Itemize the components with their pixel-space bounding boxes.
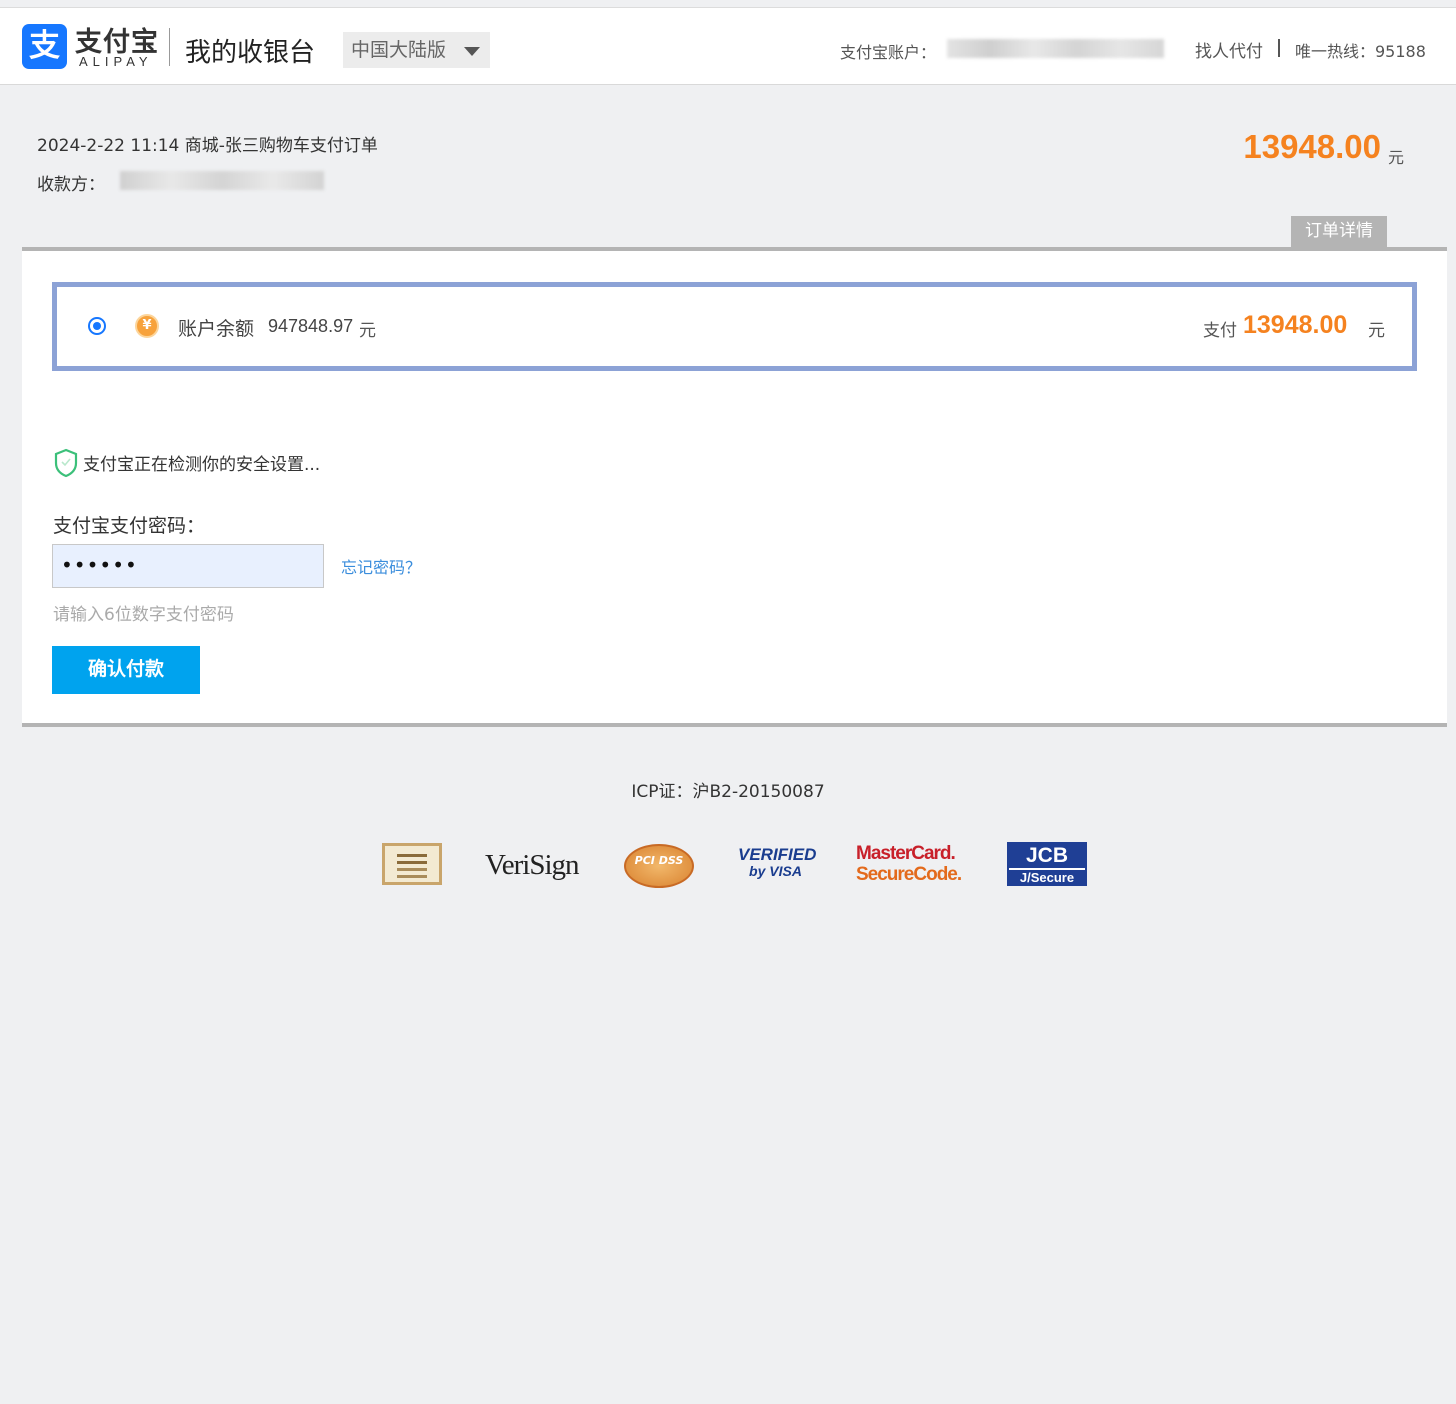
verified-by-visa-badge-icon[interactable]: VERIFIED by VISA xyxy=(738,845,817,886)
confirm-payment-button[interactable]: 确认付款 xyxy=(52,646,200,694)
hotline-text: 唯一热线：95188 xyxy=(1295,42,1426,61)
pay-unit: 元 xyxy=(1368,321,1385,341)
shield-icon xyxy=(54,448,78,478)
icp-license: ICP证：沪B2-20150087 xyxy=(631,782,825,802)
order-total-amount: 13948.00 xyxy=(1243,128,1381,165)
header-divider xyxy=(1278,39,1280,57)
header-bar: 支 支付宝 ALIPAY 我的收银台 中国大陆版 支付宝账户： 找人代付 唯一热… xyxy=(0,8,1456,85)
payment-panel: ¥ 账户余额 947848.97 元 支付 13948.00 元 支付宝正在检测… xyxy=(22,247,1447,727)
verisign-badge-icon[interactable]: VeriSign xyxy=(485,843,583,887)
order-details-tab[interactable]: 订单详情 xyxy=(1291,216,1387,247)
account-name-redacted xyxy=(947,39,1164,58)
balance-radio[interactable] xyxy=(88,317,106,335)
logo-divider xyxy=(169,28,170,66)
visa-badge-line1: VERIFIED xyxy=(738,845,817,864)
payee-label: 收款方： xyxy=(37,175,105,195)
pci-dss-badge-icon[interactable]: PCI DSS xyxy=(624,844,694,888)
alipay-logo-icon: 支 xyxy=(22,24,67,69)
mastercard-badge-line2: SecureCode. xyxy=(856,864,962,885)
jcb-badge-line1: JCB xyxy=(1009,844,1085,868)
order-title: 2024-2-22 11:14 商城-张三购物车支付订单 xyxy=(37,136,378,156)
pay-label: 支付 xyxy=(1203,321,1237,341)
visa-badge-line2: by VISA xyxy=(749,863,802,879)
caret-down-icon xyxy=(464,47,480,56)
payment-method-option[interactable]: ¥ 账户余额 947848.97 元 支付 13948.00 元 xyxy=(52,282,1417,371)
payee-name-redacted xyxy=(120,171,324,190)
balance-label: 账户余额 xyxy=(178,318,255,340)
jcb-badge-line2: J/Secure xyxy=(1009,869,1085,885)
pci-badge-text: PCI DSS xyxy=(634,854,684,867)
verisign-badge-text: VeriSign xyxy=(485,849,579,881)
proxy-pay-link[interactable]: 找人代付 xyxy=(1195,37,1263,62)
pay-amount: 13948.00 xyxy=(1243,311,1348,339)
balance-unit: 元 xyxy=(359,321,376,341)
page-title: 我的收银台 xyxy=(185,38,316,68)
region-select-value: 中国大陆版 xyxy=(351,39,447,61)
logo-subtext: ALIPAY xyxy=(79,54,153,69)
order-total-unit: 元 xyxy=(1388,148,1405,167)
forgot-password-link[interactable]: 忘记密码？ xyxy=(341,554,421,578)
password-hint: 请输入6位数字支付密码 xyxy=(53,605,234,625)
account-label: 支付宝账户： xyxy=(840,43,937,62)
payment-password-input[interactable]: •••••• xyxy=(52,544,324,588)
mastercard-badge-line1: MasterCard. xyxy=(856,843,956,864)
mastercard-securecode-badge-icon[interactable]: MasterCard. SecureCode. xyxy=(856,843,964,887)
balance-value: 947848.97 xyxy=(268,316,354,336)
certificate-badge-icon[interactable] xyxy=(382,843,442,885)
top-strip xyxy=(0,0,1456,8)
jcb-jsecure-badge-icon[interactable]: JCB J/Secure xyxy=(1007,842,1087,886)
security-check-message: 支付宝正在检测你的安全设置... xyxy=(83,455,321,475)
region-select[interactable]: 中国大陆版 xyxy=(343,32,490,68)
yen-coin-icon: ¥ xyxy=(135,314,159,338)
password-label: 支付宝支付密码： xyxy=(53,515,206,537)
